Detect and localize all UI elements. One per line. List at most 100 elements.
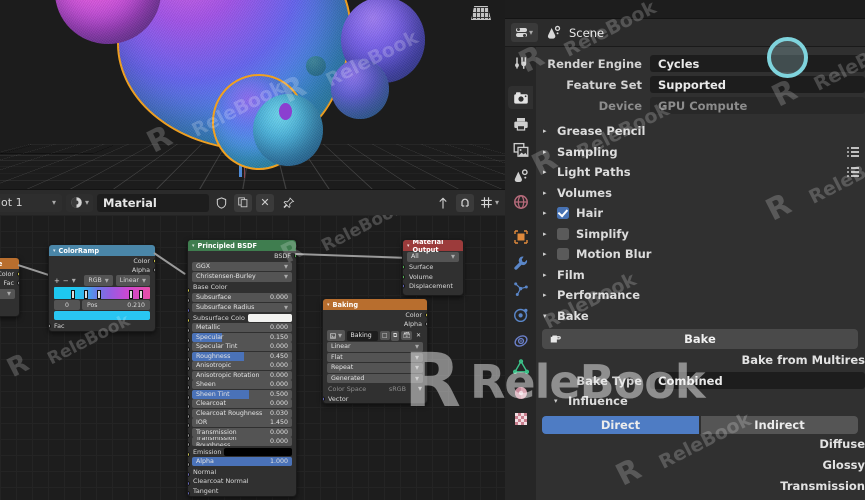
panel-checkbox[interactable] [557,207,569,220]
properties-tab-column[interactable] [505,47,536,500]
sidebar-item-physics[interactable] [508,303,533,326]
expand-triangle-icon[interactable]: ▾ [543,312,550,320]
direct-toggle[interactable]: Direct [542,415,699,434]
shield-icon[interactable] [213,194,230,212]
collapse-triangle-icon[interactable]: ▾ [327,302,330,308]
render-engine-row[interactable]: Render Engine Cycles [536,53,865,74]
socket-alpha[interactable] [153,267,155,273]
colorspace-row[interactable]: Color Space sRGB ▾ [323,384,427,394]
extension-dropdown[interactable]: Repeat ▾ [327,363,423,373]
node-baking-image-texture[interactable]: ▾ Baking Color Alpha ▾ Baking □ ⧉ 🗃 ✕ Li… [322,298,428,405]
principled-input-row[interactable]: Clearcoat 0.000 [188,399,296,410]
principled-input-row[interactable]: Anisotropic 0.000 [188,361,296,372]
collapse-triangle-icon[interactable]: ▾ [53,248,56,254]
panel-motion-blur[interactable]: ▸ Motion Blur [536,244,865,265]
sidebar-item-data[interactable] [508,355,533,378]
sidebar-item-particles[interactable] [508,277,533,300]
socket-volume[interactable] [403,274,405,280]
material-name-field[interactable]: Material [97,193,210,212]
input-slider[interactable]: Sheen 0.000 [192,380,292,390]
snap-magnet-icon[interactable] [455,193,474,212]
socket-color[interactable] [425,312,427,318]
panel-checkbox[interactable] [557,248,569,261]
principled-input-row[interactable]: Anisotropic Rotation 0.000 [188,370,296,381]
feature-set-dropdown[interactable]: Supported [650,76,865,93]
input-slider[interactable]: IOR 1.450 [192,418,292,428]
node-output-alpha[interactable]: Alpha [49,266,155,276]
colorramp-pos-slider[interactable]: Pos 0.210 [82,300,150,311]
principled-input-row[interactable]: Sheen 0.000 [188,380,296,391]
metaball-tiny[interactable] [306,56,326,76]
socket-color[interactable] [153,258,155,264]
colorramp-active-color-swatch[interactable] [54,311,150,321]
sidebar-item-view-layer[interactable] [508,138,533,161]
principled-input-row[interactable]: Tangent [188,486,296,496]
principled-input-row[interactable]: IOR 1.450 [188,418,296,429]
color-swatch[interactable] [247,314,292,323]
sidebar-item-world[interactable] [508,190,533,213]
panel-light-paths[interactable]: ▸ Light Paths [536,162,865,183]
node-material-output[interactable]: ▾ Material Output All ▾ Surface Volume Di… [402,239,464,297]
image-name-field[interactable]: Baking [346,330,379,341]
panel-volumes[interactable]: ▸ Volumes [536,183,865,204]
panel-performance[interactable]: ▸ Performance [536,285,865,306]
new-image-icon[interactable]: □ [379,331,390,341]
socket-vector[interactable] [323,396,325,402]
node-texture-partial[interactable]: ▾ xture Color Fac ▾ [0,257,20,317]
node-output-bsdf[interactable]: BSDF [188,251,296,261]
render-engine-dropdown[interactable]: Cycles [650,55,865,72]
socket-alpha[interactable] [425,321,427,327]
3d-viewport[interactable]: ReleBook R ReleBook R [0,0,505,189]
panel-preset-menu-icon[interactable] [847,146,859,157]
node-input-surface[interactable]: Surface [403,263,463,273]
socket-displacement[interactable] [403,283,405,289]
input-slider[interactable]: Transmission Roughness 0.000 [192,437,292,447]
input-slider[interactable]: Clearcoat Roughness 0.030 [192,408,292,418]
device-dropdown[interactable]: GPU Compute [650,97,865,114]
material-slot-selector[interactable]: lot 1 ▾ [0,193,62,212]
color-swatch[interactable] [224,447,292,456]
input-slider[interactable]: Sheen Tint 0.500 [192,389,292,399]
up-arrow-icon[interactable] [435,194,452,212]
node-input-displacement[interactable]: Displacement [403,282,463,292]
input-slider[interactable]: Anisotropic 0.000 [192,361,292,371]
subsurface-method-dropdown[interactable]: Christensen-Burley ▾ [192,272,292,282]
panel-sampling[interactable]: ▸ Sampling [536,142,865,163]
principled-input-row[interactable]: Specular 0.150 [188,332,296,343]
socket-color[interactable] [17,271,19,277]
indirect-toggle[interactable]: Indirect [701,415,858,434]
add-stop-button[interactable]: + [54,277,60,285]
collapse-triangle-icon[interactable]: ▸ [543,250,550,258]
principled-input-row[interactable]: Metallic 0.000 [188,323,296,334]
collapse-triangle-icon[interactable]: ▾ [407,243,410,249]
principled-input-row[interactable]: Clearcoat Normal [188,476,296,487]
principled-input-row[interactable]: Clearcoat Roughness 0.030 [188,408,296,419]
sidebar-item-material[interactable] [508,381,533,404]
sidebar-item-output[interactable] [508,112,533,135]
proportional-snap-dropdown[interactable]: ▾ [478,194,501,212]
principled-input-row[interactable]: Normal [188,467,296,477]
principled-input-row[interactable]: Subsurface 0.000 [188,292,296,303]
principled-input-row[interactable]: Transmission 0.000 [188,427,296,438]
principled-input-row[interactable]: Alpha 1.000 [188,457,296,468]
metaball-purple-lower[interactable] [331,59,389,119]
bake-type-dropdown[interactable]: Combined [650,372,865,389]
sidebar-item-tool[interactable] [508,51,533,74]
input-slider[interactable]: Roughness 0.450 [192,351,292,361]
colorramp-interpolation[interactable]: Linear ▾ [115,275,150,287]
pack-icon[interactable]: 🗃 [400,331,413,341]
panel-simplify[interactable]: ▸ Simplify [536,224,865,245]
input-color-row[interactable]: Subsurface Colo [188,313,296,323]
node-principled-bsdf[interactable]: ▾ Principled BSDF BSDF GGX ▾ Christensen-… [187,239,297,497]
node-colorramp[interactable]: ▾ ColorRamp Color Alpha + − ▾ RGB ▾ Line… [48,244,156,332]
input-slider[interactable]: Anisotropic Rotation 0.000 [192,370,292,380]
input-slider[interactable]: Subsurface 0.000 [192,292,292,302]
panel-film[interactable]: ▸ Film [536,265,865,286]
sidebar-item-object[interactable] [508,225,533,248]
socket-fac[interactable] [49,323,51,329]
socket-surface[interactable] [403,264,405,270]
close-icon[interactable]: ✕ [256,193,275,212]
input-slider[interactable]: Specular 0.150 [192,332,292,342]
interpolation-dropdown[interactable]: Linear ▾ [327,342,423,352]
feature-set-row[interactable]: Feature Set Supported [536,74,865,95]
